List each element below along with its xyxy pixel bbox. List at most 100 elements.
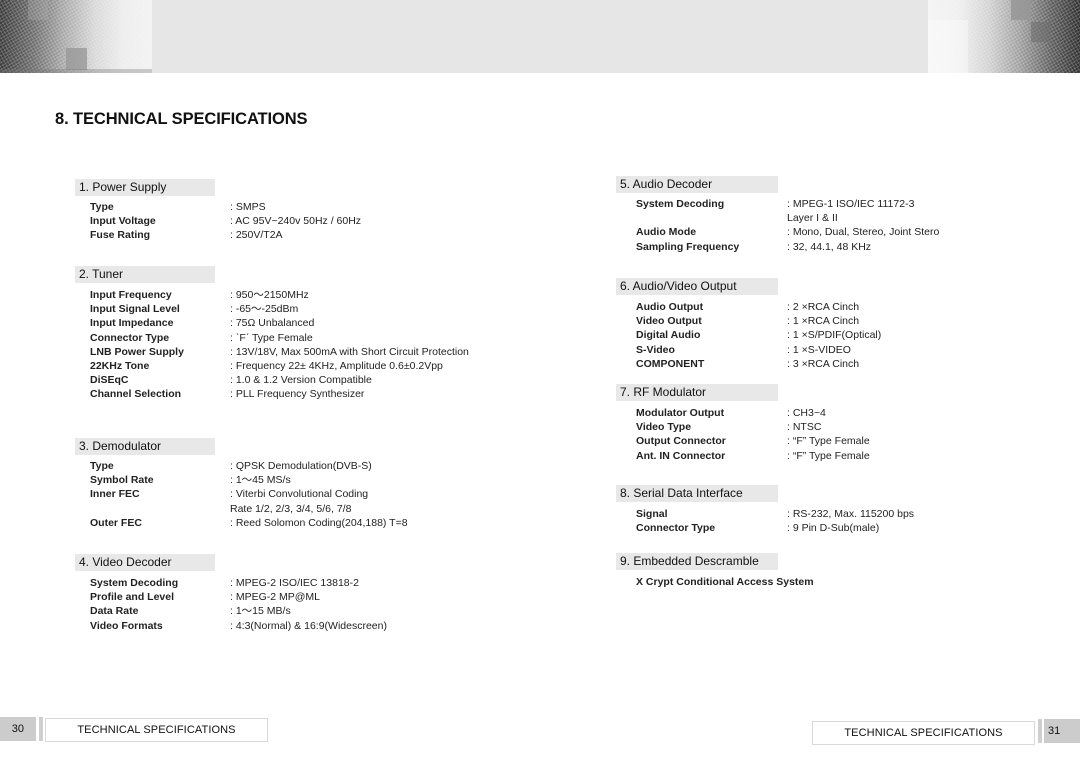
spec-value: : 75Ω Unbalanced: [230, 317, 315, 330]
spec-row: Audio Mode: Mono, Dual, Stereo, Joint St…: [616, 225, 939, 239]
spec-row: Audio Output: 2 ×RCA Cinch: [616, 300, 859, 314]
section-heading: 1. Power Supply: [75, 179, 215, 196]
spec-row: 22KHz Tone: Frequency 22± 4KHz, Amplitud…: [75, 359, 443, 373]
section-tuner: 2. Tuner Input Frequency: 950～2150MHz In…: [75, 266, 469, 402]
footer-divider: [39, 717, 43, 741]
spec-value: : “F” Type Female: [787, 449, 870, 462]
spec-row: Data Rate : 1～15 MB/s: [75, 604, 291, 618]
spec-value: : MPEG-2 MP@ML: [230, 591, 321, 604]
spec-value: : 1～15 MB/s: [230, 605, 291, 618]
section-heading: 5. Audio Decoder: [616, 176, 778, 193]
spec-label: COMPONENT: [636, 357, 705, 370]
spec-value: : MPEG-2 ISO/IEC 13818-2: [230, 577, 359, 589]
spec-label: Video Type: [636, 421, 692, 434]
spec-label: Output Connector: [636, 435, 726, 448]
spec-row: X Crypt Conditional Access System: [616, 575, 814, 589]
spec-value: : “F” Type Female: [787, 435, 870, 448]
spec-row: Signal : RS-232, Max. 115200 bps: [616, 507, 914, 521]
section-video-decoder: 4. Video Decoder System Decoding: MPEG-2…: [75, 554, 387, 633]
spec-row: Video Formats: 4:3(Normal) & 16:9(Widesc…: [75, 619, 387, 633]
spec-value: : 4:3(Normal) & 16:9(Widescreen): [230, 619, 387, 632]
page-number-right: 31: [1044, 719, 1080, 743]
spec-row: Channel Selection : PLL Frequency Synthes…: [75, 387, 364, 401]
spec-row: Layer I & II: [616, 211, 838, 225]
spec-row: Input Impedance : 75Ω Unbalanced: [75, 316, 314, 330]
spec-row: Digital Audio: 1 ×S/PDIF(Optical): [616, 328, 881, 342]
spec-label: Type: [90, 460, 114, 472]
spec-label: Video Output: [636, 315, 702, 328]
spec-row: System Decoding : MPEG-1 ISO/IEC 11172-3: [616, 197, 914, 211]
section-rf-modulator: 7. RF Modulator Modulator Output: CH3~4 …: [616, 384, 870, 463]
spec-row: Ant. IN Connector : “F” Type Female: [616, 449, 870, 463]
spec-row: Fuse Rating : 250V/T2A: [75, 228, 283, 242]
spec-row: Outer FEC: Reed Solomon Coding(204,188) …: [75, 516, 408, 530]
spec-value: : 9 Pin D-Sub(male): [787, 522, 880, 535]
spec-value: : 1 ×S/PDIF(Optical): [787, 329, 882, 342]
page-number-left: 30: [0, 717, 36, 741]
spec-label: Sampling Frequency: [636, 240, 740, 253]
spec-value: : 250V/T2A: [230, 229, 283, 242]
spec-value: : CH3~4: [787, 407, 826, 419]
decoration-square: [1031, 22, 1051, 42]
spec-row: Input Voltage : AC 95V~240v 50Hz / 60Hz: [75, 214, 361, 228]
spec-row: Profile and Level: MPEG-2 MP@ML: [75, 590, 320, 604]
spec-value: Layer I & II: [787, 212, 838, 225]
spec-value: : 950～2150MHz: [230, 289, 309, 301]
section-heading: 8. Serial Data Interface: [616, 485, 778, 502]
spec-label: System Decoding: [636, 198, 725, 210]
spec-value: : Viterbi Convolutional Coding: [230, 488, 369, 501]
spec-label: Connector Type: [90, 331, 170, 344]
spec-value: : MPEG-1 ISO/IEC 11172-3: [787, 198, 915, 210]
spec-value: : Mono, Dual, Stereo, Joint Stero: [787, 226, 940, 239]
spec-value: : AC 95V~240v 50Hz / 60Hz: [230, 215, 362, 228]
spec-label: Channel Selection: [90, 388, 182, 401]
spec-value: : QPSK Demodulation(DVB-S): [230, 460, 372, 472]
decoration-strip: [0, 69, 152, 73]
section-heading: 6. Audio/Video Output: [616, 278, 778, 295]
spec-value: : NTSC: [787, 421, 822, 434]
spec-row: Type : QPSK Demodulation(DVB-S): [75, 459, 372, 473]
spec-value: : RS-232, Max. 115200 bps: [787, 508, 915, 520]
spec-label: DiSEqC: [90, 374, 129, 387]
spec-row: Rate 1/2, 2/3, 3/4, 5/6, 7/8: [75, 502, 351, 516]
spec-value: : PLL Frequency Synthesizer: [230, 388, 365, 401]
section-embedded-descramble: 9. Embedded Descramble X Crypt Condition…: [616, 553, 814, 589]
section-heading: 3. Demodulator: [75, 438, 215, 455]
spec-label: Input Frequency: [90, 289, 172, 301]
spec-label: Inner FEC: [90, 488, 140, 501]
spec-value: : 1～45 MS/s: [230, 474, 291, 487]
spec-label: X Crypt Conditional Access System: [636, 576, 814, 588]
spec-label: Data Rate: [90, 605, 139, 618]
spec-row: System Decoding: MPEG-2 ISO/IEC 13818-2: [75, 576, 359, 590]
spec-label: Type: [90, 201, 114, 213]
spec-row: DiSEqC : 1.0 & 1.2 Version Compatible: [75, 373, 372, 387]
spec-label: Fuse Rating: [90, 229, 151, 242]
spec-label: S-Video: [636, 343, 675, 356]
spec-row: Connector Type: 9 Pin D-Sub(male): [616, 521, 879, 535]
spec-label: Symbol Rate: [90, 474, 154, 487]
decoration-square: [928, 20, 968, 73]
spec-row: LNB Power Supply: 13V/18V, Max 500mA wit…: [75, 345, 469, 359]
spec-value: : 2 ×RCA Cinch: [787, 301, 860, 313]
spec-value: : 1.0 & 1.2 Version Compatible: [230, 374, 372, 387]
spec-label: LNB Power Supply: [90, 345, 184, 358]
section-audio-decoder: 5. Audio Decoder System Decoding : MPEG-1…: [616, 176, 939, 254]
spec-row: S-Video : 1 ×S-VIDEO: [616, 343, 851, 357]
spec-row: COMPONENT : 3 ×RCA Cinch: [616, 357, 859, 371]
spec-value: : -65～-25dBm: [230, 303, 299, 316]
spec-row: Connector Type: ˋFˊ Type Female: [75, 331, 313, 345]
spec-label: Input Impedance: [90, 317, 174, 330]
spec-value: : 3 ×RCA Cinch: [787, 357, 860, 370]
section-power-supply: 1. Power Supply Type : SMPS Input Voltage…: [75, 179, 361, 243]
footer-divider: [1038, 719, 1042, 743]
section-audio-video-output: 6. Audio/Video Output Audio Output: 2 ×R…: [616, 278, 881, 371]
spec-label: Ant. IN Connector: [636, 449, 726, 462]
spec-value: Rate 1/2, 2/3, 3/4, 5/6, 7/8: [230, 502, 352, 515]
footer-section-label-right: TECHNICAL SPECIFICATIONS: [812, 721, 1035, 745]
spec-value: : 1 ×S-VIDEO: [787, 343, 851, 356]
spec-label: Input Voltage: [90, 215, 156, 228]
header-banner: [0, 0, 1080, 73]
spec-value: : SMPS: [230, 201, 266, 213]
header-decoration-right: [928, 0, 1080, 73]
spec-label: Signal: [636, 508, 668, 520]
